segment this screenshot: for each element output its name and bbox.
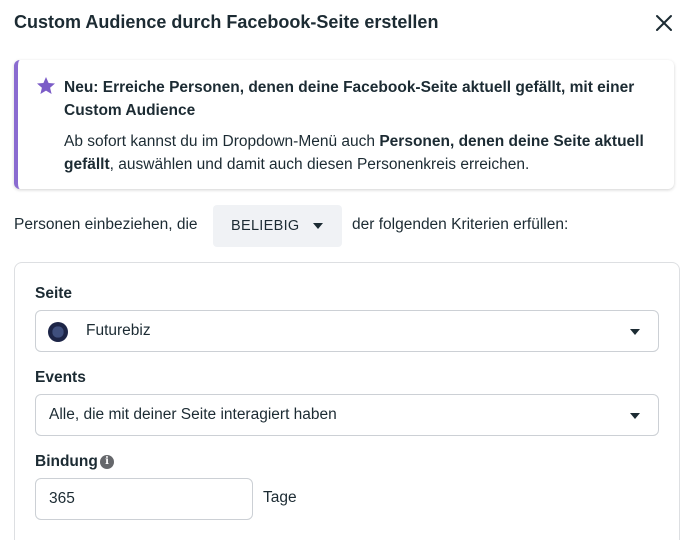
page-avatar <box>48 322 68 342</box>
info-icon[interactable]: i <box>100 455 114 469</box>
criteria-prefix: Personen einbeziehen, die <box>14 216 198 233</box>
dialog-title: Custom Audience durch Facebook-Seite ers… <box>14 12 439 32</box>
notice-body: Ab sofort kannst du im Dropdown-Menü auc… <box>64 130 672 176</box>
retention-label: Bindung <box>35 453 98 470</box>
criteria-suffix: der folgenden Kriterien erfüllen: <box>352 216 569 233</box>
events-select[interactable]: Alle, die mit deiner Seite interagiert h… <box>35 394 659 436</box>
dialog-header: Custom Audience durch Facebook-Seite ers… <box>14 0 688 46</box>
star-icon <box>36 76 56 96</box>
page-label: Seite <box>35 285 73 302</box>
match-any-dropdown[interactable]: BELIEBIG <box>213 205 342 247</box>
caret-down-icon <box>630 413 640 419</box>
notice-body-outro: , auswählen und damit auch diesen Person… <box>109 156 530 173</box>
match-any-value: BELIEBIG <box>231 218 300 234</box>
events-label: Events <box>35 369 86 386</box>
notice-title: Neu: Erreiche Personen, denen deine Face… <box>64 79 635 119</box>
retention-unit: Tage <box>263 489 297 506</box>
criteria-row: Personen einbeziehen, die BELIEBIG der f… <box>14 205 674 247</box>
page-select[interactable]: Futurebiz <box>35 310 659 352</box>
events-select-value: Alle, die mit deiner Seite interagiert h… <box>49 406 337 423</box>
new-feature-notice: Neu: Erreiche Personen, denen deine Face… <box>14 60 674 189</box>
rule-card: Seite Futurebiz Events Alle, die mit dei… <box>14 262 680 540</box>
notice-body-intro: Ab sofort kannst du im Dropdown-Menü auc… <box>64 133 380 150</box>
retention-days-value: 365 <box>49 490 75 507</box>
caret-down-icon <box>313 223 323 229</box>
retention-days-input[interactable]: 365 <box>35 478 253 520</box>
caret-down-icon <box>630 329 640 335</box>
page-select-value: Futurebiz <box>86 322 151 339</box>
close-icon[interactable] <box>654 13 674 33</box>
